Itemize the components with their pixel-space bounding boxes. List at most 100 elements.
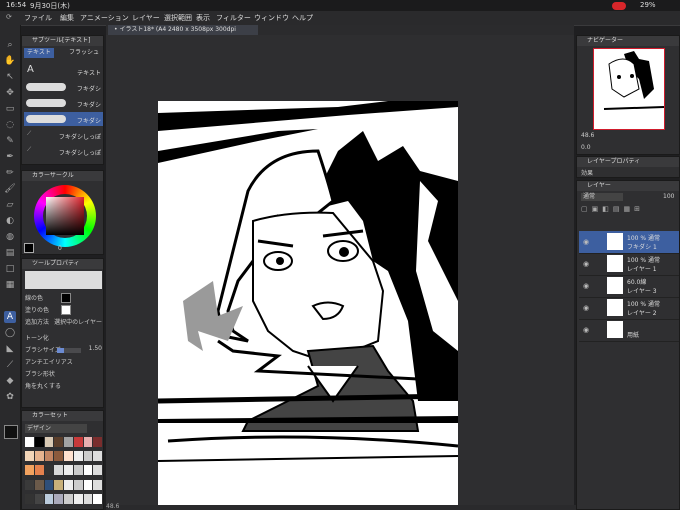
- status-bar: 16:54 9月30日(木) 29%: [0, 0, 680, 11]
- eye-icon[interactable]: ◉: [583, 282, 589, 290]
- tail-icon: ⟋: [27, 146, 32, 153]
- selection-icon[interactable]: ▭: [4, 103, 16, 115]
- clock: 16:54: [6, 1, 27, 9]
- layer-panel: レイヤー 通常 100 ▢▣◧▤▦⊞ ◉ 100 % 通常 フキダシ 1 ◉ 10…: [576, 180, 680, 510]
- eye-icon[interactable]: ◉: [583, 304, 589, 312]
- manga-artwork: [158, 101, 458, 506]
- subtool-item[interactable]: フキダシ: [24, 80, 103, 94]
- menu-animation[interactable]: アニメーション: [80, 13, 129, 23]
- blend-icon[interactable]: ◐: [4, 215, 16, 227]
- eye-icon[interactable]: ◉: [583, 260, 589, 268]
- menu-bar: ⟳ ファイル 編集 アニメーション レイヤー 選択範囲 表示 フィルター ウィン…: [0, 11, 680, 26]
- navigator-thumbnail[interactable]: [593, 48, 665, 130]
- layer-toolbar[interactable]: ▢▣◧▤▦⊞: [581, 205, 677, 215]
- subtool-title: サブツール[テキスト]: [22, 36, 103, 46]
- canvas-status-bar: [106, 505, 576, 510]
- brush-shape-row[interactable]: ブラシ形状: [25, 369, 102, 380]
- text-tool-icon[interactable]: A: [4, 311, 16, 323]
- color-set-panel: カラーセット デザイン: [21, 410, 104, 510]
- menu-file[interactable]: ファイル: [24, 13, 52, 23]
- layer-property-panel: レイヤープロパティ 効果: [576, 156, 680, 178]
- menu-selection[interactable]: 選択範囲: [164, 13, 192, 23]
- tail-icon: ⟋: [27, 130, 32, 137]
- operation-icon[interactable]: ↖: [4, 71, 16, 83]
- fill-bucket-icon[interactable]: ◆: [4, 375, 16, 387]
- menu-edit[interactable]: 編集: [60, 13, 74, 23]
- text-glyph-icon: A: [27, 64, 34, 75]
- decoration-icon[interactable]: ✿: [4, 391, 16, 403]
- subtool-item[interactable]: フキダシ: [24, 112, 103, 126]
- move-icon[interactable]: ✥: [4, 87, 16, 99]
- layer-title: レイヤー: [577, 181, 679, 191]
- subtool-item[interactable]: フキダシ: [24, 96, 103, 110]
- zoom-icon[interactable]: ⌕: [4, 39, 16, 51]
- tool-preview: [25, 271, 102, 289]
- navigator-title: ナビゲーター: [577, 36, 679, 46]
- date: 9月30日(木): [30, 2, 70, 10]
- figure-icon[interactable]: □: [4, 263, 16, 275]
- brush-icon[interactable]: 🖌: [4, 183, 16, 195]
- pen-icon[interactable]: ✒: [4, 151, 16, 163]
- drawing-canvas[interactable]: [158, 101, 458, 506]
- correct-line-icon[interactable]: ⟋: [4, 359, 16, 371]
- fill-color-row[interactable]: 塗りの色: [25, 305, 102, 316]
- add-method-row[interactable]: 追加方法 選択中のレイヤー: [25, 317, 102, 328]
- subtool-item[interactable]: ⟋ フキダシしっぽ: [24, 144, 103, 158]
- layer-property-title: レイヤープロパティ: [577, 157, 679, 167]
- blend-mode-select[interactable]: 通常: [581, 193, 623, 201]
- subtool-item[interactable]: A テキスト: [24, 64, 103, 78]
- subtool-panel: サブツール[テキスト] テキスト フラッシュ A テキスト フキダシ フキダシ …: [21, 35, 104, 165]
- subtool-item[interactable]: ⟋ フキダシしっぽ: [24, 128, 103, 142]
- navigator-panel: ナビゲーター 48.6 0.0: [576, 35, 680, 155]
- color-set-dropdown[interactable]: デザイン: [25, 424, 87, 433]
- frame-icon[interactable]: ▦: [4, 279, 16, 291]
- color-circle-panel: カラーサークル 0: [21, 170, 104, 255]
- tone-row[interactable]: トーン化: [25, 333, 102, 344]
- lasso-icon[interactable]: ◌: [4, 119, 16, 131]
- hand-icon[interactable]: ✋: [4, 55, 16, 67]
- eye-icon[interactable]: ◉: [583, 238, 589, 246]
- canvas-zoom-readout: 48.6: [106, 503, 120, 510]
- balloon-icon[interactable]: ◯: [4, 327, 16, 339]
- layer-row[interactable]: ◉ 60.0線 レイヤー 3: [579, 275, 679, 298]
- menu-layer[interactable]: レイヤー: [132, 13, 160, 23]
- document-tab[interactable]: • イラスト18* (A4 2480 x 3508px 300dpi 48.6%…: [108, 25, 258, 43]
- eyedropper-icon[interactable]: ✎: [4, 135, 16, 147]
- navigator-zoom[interactable]: 48.6: [581, 132, 594, 139]
- antialias-row[interactable]: アンチエイリアス: [25, 357, 102, 368]
- layer-opacity[interactable]: 100: [663, 193, 674, 200]
- tool-palette: ⌕ ✋ ↖ ✥ ▭ ◌ ✎ ✒ ✏ 🖌 ▱ ◐ ◍ ▤ □ ▦ A ◯ ◣ ⟋ …: [0, 25, 21, 510]
- round-corner-row[interactable]: 角を丸くする: [25, 381, 102, 392]
- saturation-square[interactable]: [46, 197, 84, 235]
- pencil-icon[interactable]: ✏: [4, 167, 16, 179]
- line-color-row[interactable]: 線の色: [25, 293, 102, 304]
- brush-size-row[interactable]: ブラシサイズ 1.50: [25, 345, 102, 356]
- layer-row[interactable]: ◉ 100 % 通常 レイヤー 2: [579, 297, 679, 320]
- menu-window[interactable]: ウィンドウ: [254, 13, 289, 23]
- eye-icon[interactable]: ◉: [583, 326, 589, 334]
- fill-icon[interactable]: ◍: [4, 231, 16, 243]
- layer-row[interactable]: ◉ 用紙: [579, 319, 679, 342]
- app-logo-icon[interactable]: ⟳: [6, 13, 12, 21]
- eraser-icon[interactable]: ▱: [4, 199, 16, 211]
- subtool-tab-text[interactable]: テキスト: [24, 48, 54, 58]
- ruler-icon[interactable]: ◣: [4, 343, 16, 355]
- effect-label: 効果: [581, 170, 594, 177]
- layer-row[interactable]: ◉ 100 % 通常 レイヤー 1: [579, 253, 679, 276]
- menu-help[interactable]: ヘルプ: [292, 13, 313, 23]
- color-value: 0: [58, 245, 62, 252]
- menu-view[interactable]: 表示: [196, 13, 210, 23]
- main-color-swatch[interactable]: [4, 425, 18, 439]
- menu-filter[interactable]: フィルター: [216, 13, 251, 23]
- color-circle-title: カラーサークル: [22, 171, 103, 181]
- tool-property-panel: ツールプロパティ 線の色 塗りの色 追加方法 選択中のレイヤー トーン化 ブラシサ…: [21, 258, 104, 408]
- gradient-icon[interactable]: ▤: [4, 247, 16, 259]
- balloon-preview-icon: [26, 83, 66, 91]
- color-swatch-grid[interactable]: [25, 437, 102, 507]
- balloon-preview-icon: [26, 115, 66, 123]
- layer-row[interactable]: ◉ 100 % 通常 フキダシ 1: [579, 231, 679, 254]
- color-set-title: カラーセット: [22, 411, 103, 421]
- navigator-angle[interactable]: 0.0: [581, 144, 591, 151]
- main-color-swatch[interactable]: [24, 243, 34, 253]
- subtool-tab-flash[interactable]: フラッシュ: [66, 48, 102, 58]
